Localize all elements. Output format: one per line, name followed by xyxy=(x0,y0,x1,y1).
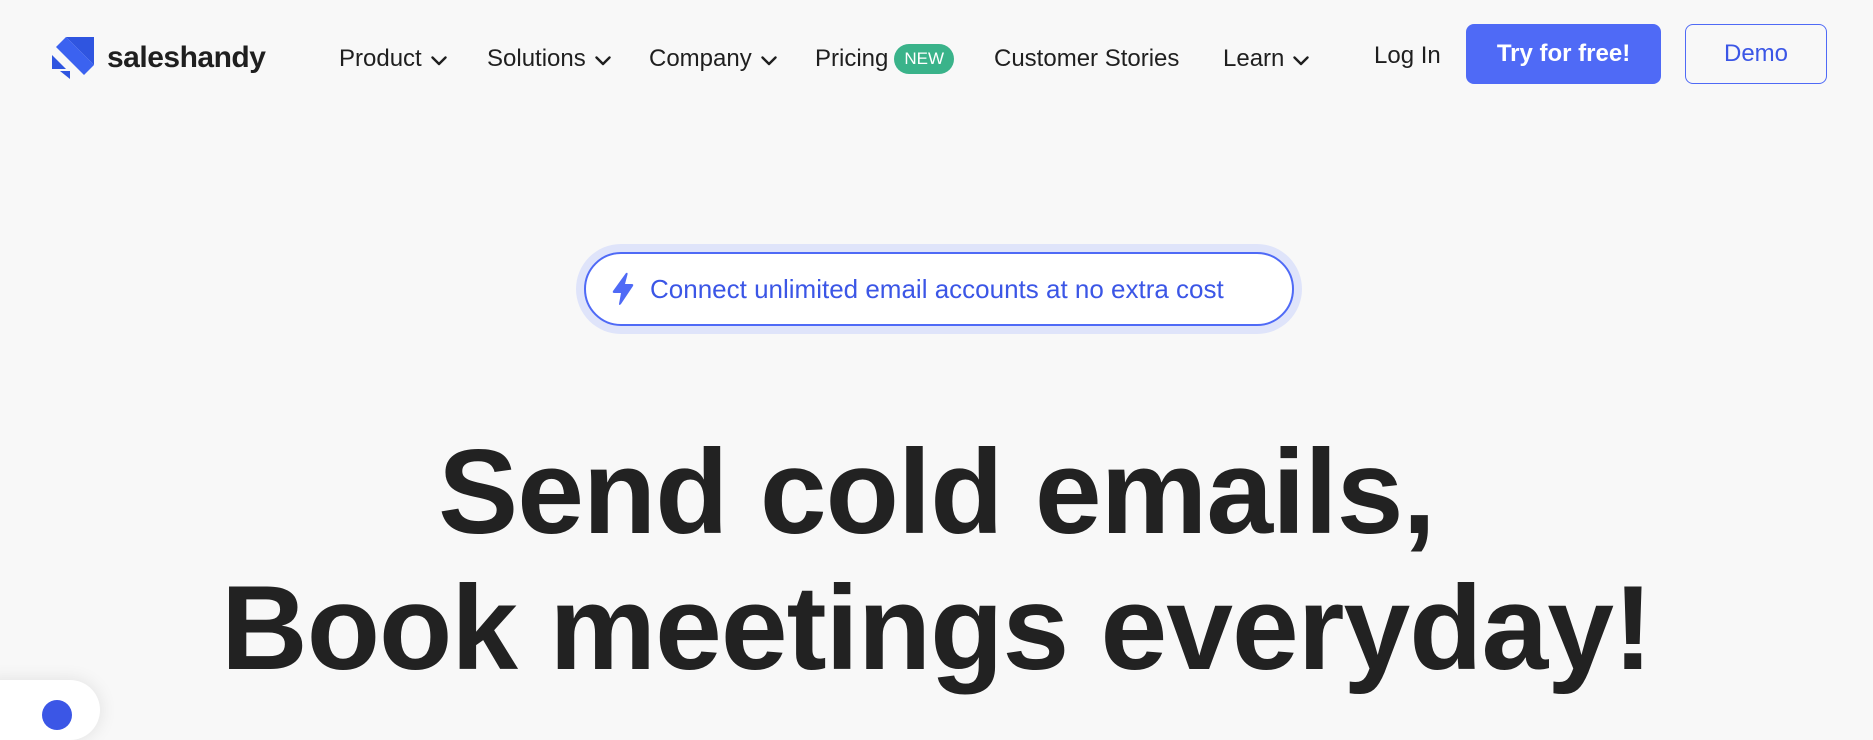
hero-line-2: Book meetings everyday! xyxy=(221,561,1653,695)
chevron-down-icon xyxy=(761,55,777,65)
login-link[interactable]: Log In xyxy=(1374,38,1441,74)
chevron-down-icon xyxy=(431,55,447,65)
announcement-text: Connect unlimited email accounts at no e… xyxy=(650,273,1224,304)
new-badge: NEW xyxy=(894,44,955,74)
brand-name: saleshandy xyxy=(107,41,266,74)
chevron-down-icon xyxy=(1293,55,1310,65)
nav-item-product[interactable]: Product xyxy=(339,41,447,77)
nav-item-label: Product xyxy=(339,45,422,72)
lightning-bolt-icon xyxy=(612,272,634,305)
chevron-down-icon xyxy=(595,55,611,65)
try-for-free-button[interactable]: Try for free! xyxy=(1466,24,1661,84)
hero-line-1: Send cold emails, xyxy=(438,425,1436,559)
site-header: saleshandy Product Solutions Company Pri… xyxy=(0,0,1873,116)
nav-item-pricing[interactable]: Pricing NEW xyxy=(815,41,955,77)
nav-item-label: Pricing xyxy=(815,45,889,72)
nav-item-customer-stories[interactable]: Customer Stories xyxy=(994,41,1179,77)
nav-item-label: Solutions xyxy=(487,45,586,72)
saleshandy-logo-icon xyxy=(52,37,94,79)
nav-item-company[interactable]: Company xyxy=(649,41,777,77)
announcement-pill[interactable]: Connect unlimited email accounts at no e… xyxy=(584,252,1294,326)
nav-item-label: Customer Stories xyxy=(994,45,1180,72)
chat-widget-icon xyxy=(42,700,72,730)
brand-logo[interactable]: saleshandy xyxy=(52,36,266,80)
nav-item-solutions[interactable]: Solutions xyxy=(487,41,611,77)
hero-headline: Send cold emails, Book meetings everyday… xyxy=(0,424,1873,696)
nav-item-label: Learn xyxy=(1223,45,1285,72)
demo-button[interactable]: Demo xyxy=(1685,24,1827,84)
nav-item-learn[interactable]: Learn xyxy=(1223,41,1310,77)
nav-item-label: Company xyxy=(649,45,752,72)
